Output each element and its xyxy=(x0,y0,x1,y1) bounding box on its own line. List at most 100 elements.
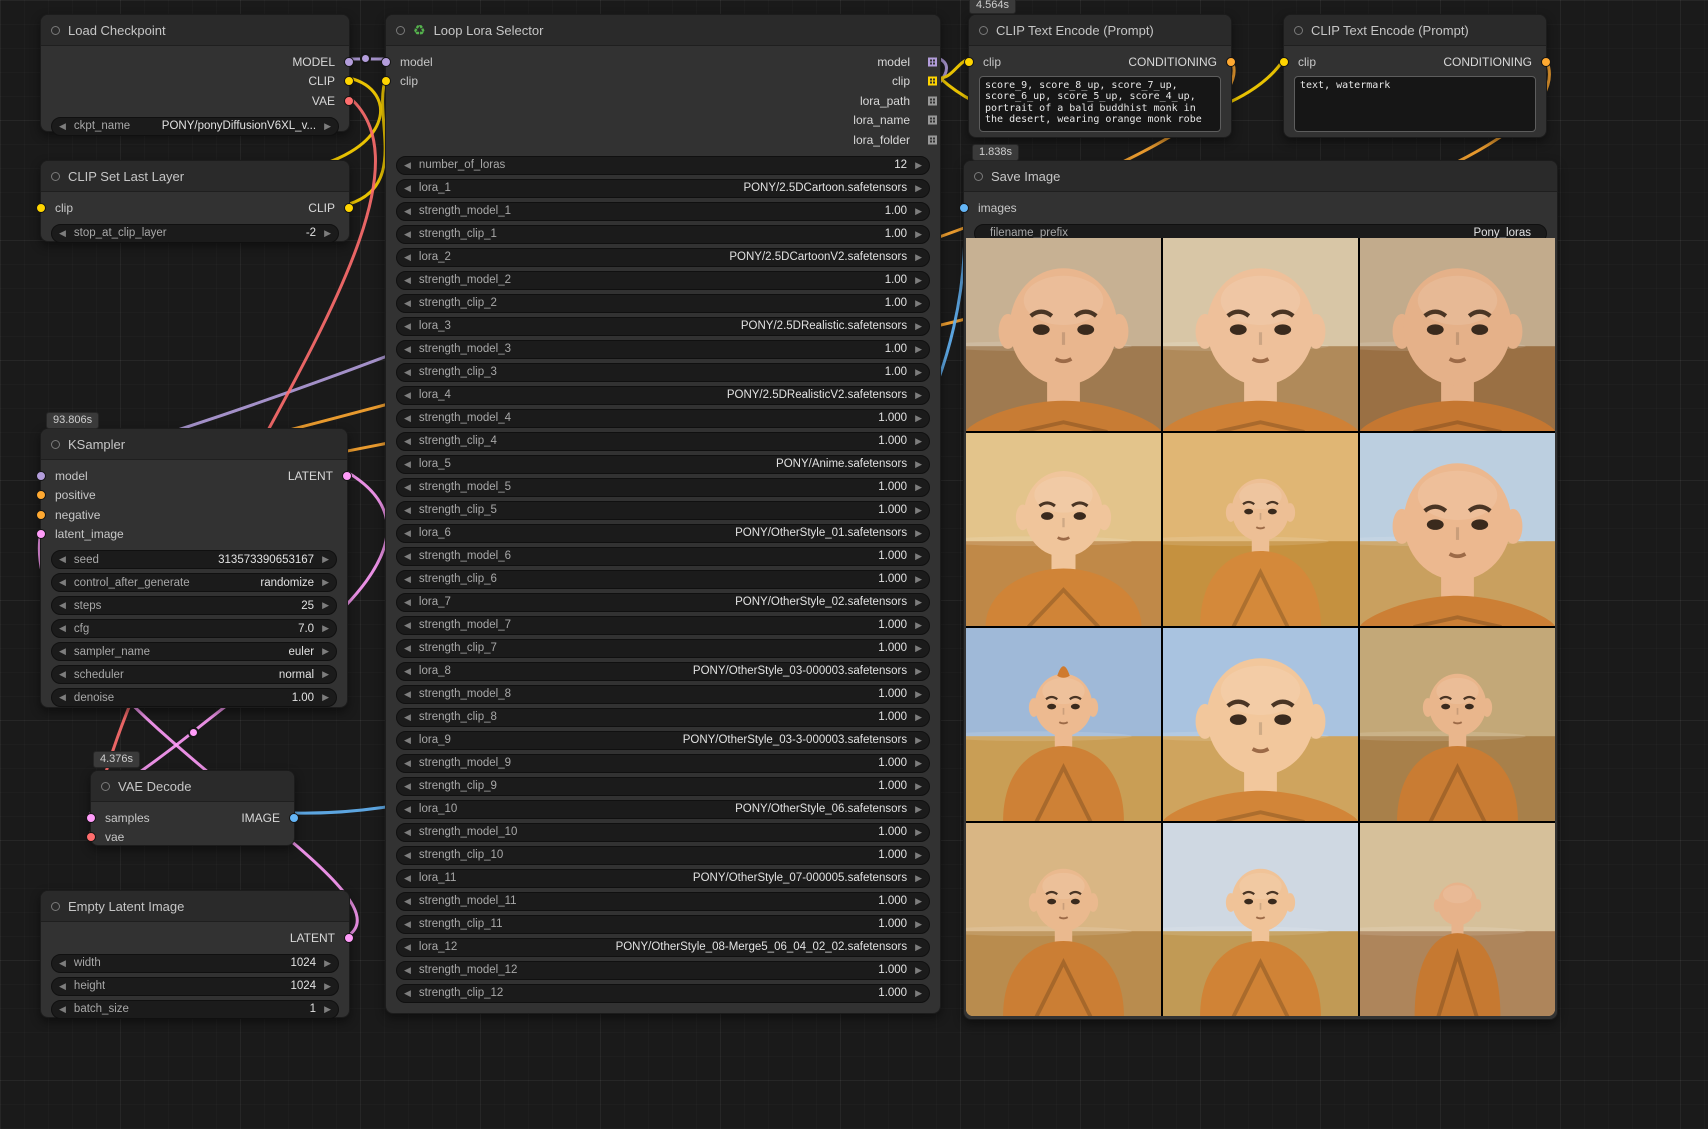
increment-arrow-icon[interactable]: ▶ xyxy=(322,554,329,565)
decrement-arrow-icon[interactable]: ◀ xyxy=(404,413,411,424)
positive-input-slot[interactable] xyxy=(36,490,46,500)
widget-strength_clip_9[interactable]: ◀strength_clip_91.000▶ xyxy=(396,777,930,796)
widget-strength_model_12[interactable]: ◀strength_model_121.000▶ xyxy=(396,961,930,980)
decrement-arrow-icon[interactable]: ◀ xyxy=(404,965,411,976)
increment-arrow-icon[interactable]: ▶ xyxy=(915,873,922,884)
widget-strength_clip_3[interactable]: ◀strength_clip_31.00▶ xyxy=(396,363,930,382)
output-image-2[interactable] xyxy=(1163,238,1358,431)
widget-strength_model_1[interactable]: ◀strength_model_11.00▶ xyxy=(396,202,930,221)
decrement-arrow-icon[interactable]: ◀ xyxy=(404,735,411,746)
widget-sampler_name[interactable]: ◀sampler_nameeuler▶ xyxy=(51,642,337,661)
increment-arrow-icon[interactable]: ▶ xyxy=(324,958,331,969)
decrement-arrow-icon[interactable]: ◀ xyxy=(404,758,411,769)
decrement-arrow-icon[interactable]: ◀ xyxy=(404,850,411,861)
reroute-dot-latent[interactable] xyxy=(188,727,199,738)
node-loop-lora-selector[interactable]: ♻ Loop Lora Selector model model clip cl… xyxy=(385,14,941,1014)
node-header[interactable]: CLIP Set Last Layer xyxy=(41,161,349,192)
increment-arrow-icon[interactable]: ▶ xyxy=(915,597,922,608)
decrement-arrow-icon[interactable]: ◀ xyxy=(404,183,411,194)
decrement-arrow-icon[interactable]: ◀ xyxy=(404,597,411,608)
image-output-slot[interactable] xyxy=(289,813,299,823)
node-clip-text-encode-positive[interactable]: CLIP Text Encode (Prompt) clip CONDITION… xyxy=(968,14,1232,138)
increment-arrow-icon[interactable]: ▶ xyxy=(915,896,922,907)
decrement-arrow-icon[interactable]: ◀ xyxy=(404,275,411,286)
increment-arrow-icon[interactable]: ▶ xyxy=(915,988,922,999)
node-header[interactable]: CLIP Text Encode (Prompt) xyxy=(1284,15,1546,46)
widget-lora_7[interactable]: ◀lora_7PONY/OtherStyle_02.safetensors▶ xyxy=(396,593,930,612)
increment-arrow-icon[interactable]: ▶ xyxy=(915,758,922,769)
widget-strength_model_11[interactable]: ◀strength_model_111.000▶ xyxy=(396,892,930,911)
node-save-image[interactable]: Save Image images filename_prefixPony_lo… xyxy=(963,160,1558,1020)
output-image-5[interactable] xyxy=(1163,433,1358,626)
widget-height[interactable]: ◀height1024▶ xyxy=(51,977,339,996)
increment-arrow-icon[interactable]: ▶ xyxy=(915,735,922,746)
output-image-6[interactable] xyxy=(1360,433,1555,626)
widget-strength_clip_8[interactable]: ◀strength_clip_81.000▶ xyxy=(396,708,930,727)
latent-image-input-slot[interactable] xyxy=(36,529,46,539)
node-header[interactable]: VAE Decode xyxy=(91,771,294,802)
increment-arrow-icon[interactable]: ▶ xyxy=(322,692,329,703)
decrement-arrow-icon[interactable]: ◀ xyxy=(59,600,66,611)
widget-strength_clip_10[interactable]: ◀strength_clip_101.000▶ xyxy=(396,846,930,865)
node-load-checkpoint[interactable]: Load Checkpoint MODEL CLIP VAE ◀ckpt_nam… xyxy=(40,14,350,132)
widget-lora_2[interactable]: ◀lora_2PONY/2.5DCartoonV2.safetensors▶ xyxy=(396,248,930,267)
output-image-8[interactable] xyxy=(1163,628,1358,821)
prompt-textarea[interactable]: text, watermark xyxy=(1294,76,1536,132)
widget-strength_model_9[interactable]: ◀strength_model_91.000▶ xyxy=(396,754,930,773)
vae-input-slot[interactable] xyxy=(86,832,96,842)
widget-lora_10[interactable]: ◀lora_10PONY/OtherStyle_06.safetensors▶ xyxy=(396,800,930,819)
clip-input-slot[interactable] xyxy=(1279,57,1289,67)
decrement-arrow-icon[interactable]: ◀ xyxy=(404,988,411,999)
decrement-arrow-icon[interactable]: ◀ xyxy=(404,298,411,309)
node-clip-text-encode-negative[interactable]: CLIP Text Encode (Prompt) clip CONDITION… xyxy=(1283,14,1547,138)
decrement-arrow-icon[interactable]: ◀ xyxy=(59,958,66,969)
increment-arrow-icon[interactable]: ▶ xyxy=(915,781,922,792)
widget-strength_model_7[interactable]: ◀strength_model_71.000▶ xyxy=(396,616,930,635)
decrement-arrow-icon[interactable]: ◀ xyxy=(404,459,411,470)
increment-arrow-icon[interactable]: ▶ xyxy=(915,367,922,378)
decrement-arrow-icon[interactable]: ◀ xyxy=(404,574,411,585)
decrement-arrow-icon[interactable]: ◀ xyxy=(404,873,411,884)
increment-arrow-icon[interactable]: ▶ xyxy=(324,121,331,132)
negative-input-slot[interactable] xyxy=(36,510,46,520)
increment-arrow-icon[interactable]: ▶ xyxy=(915,643,922,654)
node-empty-latent-image[interactable]: Empty Latent Image LATENT ◀width1024▶◀he… xyxy=(40,890,350,1018)
model-output-slot[interactable] xyxy=(344,57,354,67)
increment-arrow-icon[interactable]: ▶ xyxy=(915,827,922,838)
widget-number_of_loras[interactable]: ◀number_of_loras12▶ xyxy=(396,156,930,175)
increment-arrow-icon[interactable]: ▶ xyxy=(915,942,922,953)
increment-arrow-icon[interactable]: ▶ xyxy=(915,689,922,700)
widget-lora_8[interactable]: ◀lora_8PONY/OtherStyle_03-000003.safeten… xyxy=(396,662,930,681)
widget-strength_clip_4[interactable]: ◀strength_clip_41.000▶ xyxy=(396,432,930,451)
widget-strength_model_8[interactable]: ◀strength_model_81.000▶ xyxy=(396,685,930,704)
decrement-arrow-icon[interactable]: ◀ xyxy=(59,1004,66,1015)
increment-arrow-icon[interactable]: ▶ xyxy=(915,505,922,516)
decrement-arrow-icon[interactable]: ◀ xyxy=(404,321,411,332)
model-input-slot[interactable] xyxy=(381,57,391,67)
lora-path-list-output-slot[interactable] xyxy=(928,96,937,105)
widget-lora_4[interactable]: ◀lora_4PONY/2.5DRealisticV2.safetensors▶ xyxy=(396,386,930,405)
widget-width[interactable]: ◀width1024▶ xyxy=(51,954,339,973)
decrement-arrow-icon[interactable]: ◀ xyxy=(404,712,411,723)
increment-arrow-icon[interactable]: ▶ xyxy=(915,574,922,585)
decrement-arrow-icon[interactable]: ◀ xyxy=(59,646,66,657)
latent-output-slot[interactable] xyxy=(342,471,352,481)
latent-output-slot[interactable] xyxy=(344,933,354,943)
increment-arrow-icon[interactable]: ▶ xyxy=(915,252,922,263)
increment-arrow-icon[interactable]: ▶ xyxy=(915,229,922,240)
increment-arrow-icon[interactable]: ▶ xyxy=(915,528,922,539)
increment-arrow-icon[interactable]: ▶ xyxy=(915,436,922,447)
widget-batch_size[interactable]: ◀batch_size1▶ xyxy=(51,1000,339,1019)
widget-strength_clip_1[interactable]: ◀strength_clip_11.00▶ xyxy=(396,225,930,244)
widget-strength_model_6[interactable]: ◀strength_model_61.000▶ xyxy=(396,547,930,566)
collapse-dot-icon[interactable] xyxy=(51,172,60,181)
widget-lora_1[interactable]: ◀lora_1PONY/2.5DCartoon.safetensors▶ xyxy=(396,179,930,198)
decrement-arrow-icon[interactable]: ◀ xyxy=(59,669,66,680)
collapse-dot-icon[interactable] xyxy=(396,26,405,35)
clip-input-slot[interactable] xyxy=(36,203,46,213)
increment-arrow-icon[interactable]: ▶ xyxy=(915,183,922,194)
decrement-arrow-icon[interactable]: ◀ xyxy=(404,206,411,217)
increment-arrow-icon[interactable]: ▶ xyxy=(322,669,329,680)
collapse-dot-icon[interactable] xyxy=(1294,26,1303,35)
decrement-arrow-icon[interactable]: ◀ xyxy=(404,344,411,355)
